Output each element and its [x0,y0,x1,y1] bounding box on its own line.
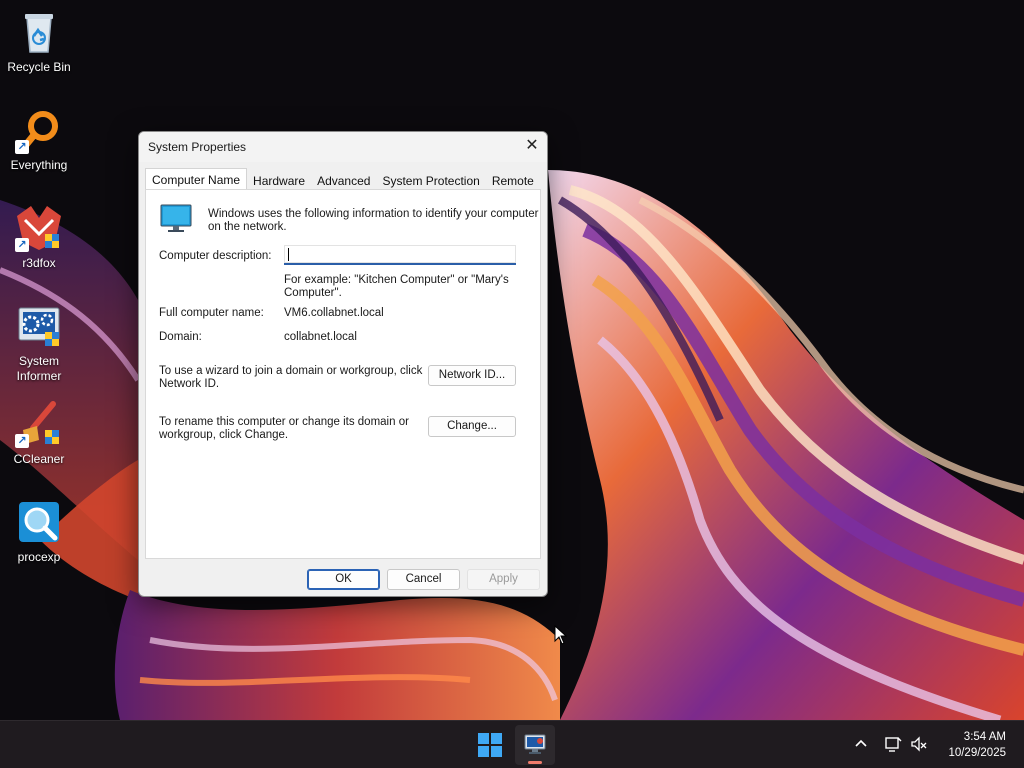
tab-system-protection[interactable]: System Protection [376,170,485,191]
taskbar: 3:54 AM 10/29/2025 [0,720,1024,768]
cancel-button[interactable]: Cancel [387,569,460,590]
dialog-titlebar[interactable]: System Properties ✕ [139,132,547,162]
desktop-icon-label: System Informer [16,354,62,383]
shortcut-arrow-icon: ↗ [15,140,29,154]
intro-text-line2: on the network. [208,221,287,233]
system-properties-icon [524,733,546,760]
desktop-icon-ccleaner[interactable]: ↗ CCleaner [0,400,78,467]
tab-advanced[interactable]: Advanced [311,170,376,191]
tab-hardware[interactable]: Hardware [247,170,311,191]
desktop-icon-procexp[interactable]: procexp [0,498,78,565]
network-id-button[interactable]: Network ID... [428,365,516,386]
computer-description-input[interactable] [284,245,516,265]
system-informer-icon [15,302,63,350]
rename-text-line1: To rename this computer or change its do… [159,416,409,428]
apply-button[interactable]: Apply [467,569,540,590]
example-text-line1: For example: "Kitchen Computer" or "Mary… [284,274,509,286]
monitor-icon [160,204,192,234]
wizard-text-line2: Network ID. [159,378,220,390]
procexp-icon [15,498,63,546]
change-button[interactable]: Change... [428,416,516,437]
desktop-icon-recycle-bin[interactable]: Recycle Bin [0,8,78,75]
windows-start-icon[interactable] [478,733,502,762]
system-properties-dialog: System Properties ✕ Computer Name Hardwa… [138,131,548,597]
magnifier-icon: ↗ [15,106,63,154]
computer-description-label: Computer description: [159,250,272,262]
desktop-icon-everything[interactable]: ↗ Everything [0,106,78,173]
ok-button[interactable]: OK [307,569,380,590]
network-icon[interactable] [884,735,902,758]
mouse-cursor-icon [554,624,568,650]
rename-text-line2: workgroup, click Change. [159,429,289,441]
desktop-icon-r3dfox[interactable]: ↗ r3dfox [0,204,78,271]
computer-name-panel: Windows uses the following information t… [145,189,541,559]
tab-remote[interactable]: Remote [486,170,540,191]
tab-strip: Computer Name Hardware Advanced System P… [145,168,540,191]
clock-date[interactable]: 10/29/2025 [936,746,1006,761]
show-hidden-icons-chevron-icon[interactable] [853,735,869,754]
taskbar-app-system-properties[interactable] [515,725,555,765]
full-computer-name-value: VM6.collabnet.local [284,307,384,319]
full-computer-name-label: Full computer name: [159,307,264,319]
wizard-text-line1: To use a wizard to join a domain or work… [159,365,423,377]
desktop-icon-label: Recycle Bin [7,60,71,74]
dialog-title: System Properties [148,140,247,154]
desktop-icon-label: CCleaner [13,452,65,466]
active-app-indicator [528,761,542,764]
domain-value: collabnet.local [284,331,357,343]
ccleaner-icon: ↗ [15,400,63,448]
example-text-line2: Computer". [284,287,342,299]
volume-muted-icon[interactable] [910,735,928,758]
shortcut-arrow-icon: ↗ [15,238,29,252]
clock-time[interactable]: 3:54 AM [936,730,1006,745]
tab-computer-name[interactable]: Computer Name [145,168,248,191]
recycle-bin-icon [15,8,63,56]
desktop-icon-label: Everything [10,158,68,172]
desktop-icon-label: r3dfox [22,256,56,270]
desktop-icon-system-informer[interactable]: System Informer [0,302,78,384]
r3dfox-icon: ↗ [15,204,63,252]
desktop-icon-label: procexp [17,550,61,564]
intro-text-line1: Windows uses the following information t… [208,208,539,220]
text-caret [288,248,289,261]
shortcut-arrow-icon: ↗ [15,434,29,448]
close-icon[interactable]: ✕ [517,132,547,162]
domain-label: Domain: [159,331,202,343]
